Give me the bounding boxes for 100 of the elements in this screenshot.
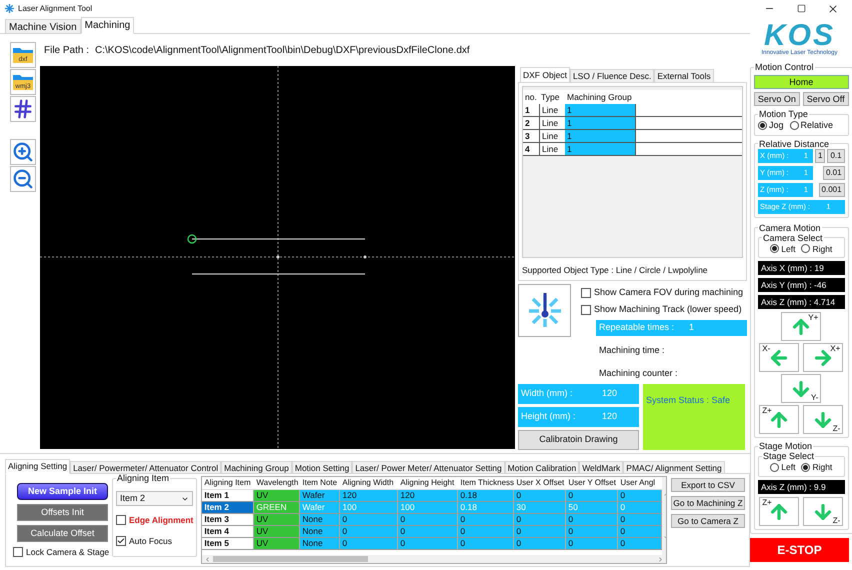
table-cell: Wafer bbox=[300, 490, 340, 501]
table-cell: Wafer bbox=[300, 502, 340, 513]
table-cell: 0 bbox=[514, 490, 566, 501]
column-header: Type bbox=[540, 90, 560, 104]
settings-tab[interactable]: Aligning Setting bbox=[5, 459, 70, 474]
column-header: Wavelength bbox=[255, 477, 300, 489]
side-action-button[interactable]: Go to Camera Z bbox=[671, 514, 745, 528]
table-cell: 0 bbox=[566, 514, 618, 525]
axis-readout: Axis Z (mm) : 4.714 bbox=[758, 295, 845, 310]
table-cell: 0 bbox=[398, 514, 458, 525]
group-title: Relative Distance bbox=[758, 138, 830, 148]
checkbox-label: Edge Alignment bbox=[129, 514, 194, 527]
step-button[interactable]: 1 bbox=[815, 148, 826, 162]
table-cell: 1 bbox=[565, 130, 635, 142]
settings-tab[interactable]: Machining Group bbox=[221, 461, 292, 474]
settings-tab[interactable]: PMAC/ Alignment Setting bbox=[623, 461, 725, 474]
main-tab[interactable]: Machine Vision bbox=[5, 19, 81, 34]
servo-on-button[interactable]: Servo On bbox=[754, 92, 800, 106]
settings-tab[interactable]: Motion Calibration bbox=[504, 461, 580, 474]
table-cell[interactable]: Item 5 bbox=[202, 538, 254, 549]
radio-label: Right bbox=[812, 242, 832, 256]
jog-button[interactable]: Y+ bbox=[781, 312, 822, 342]
side-action-button[interactable]: Go to Machining Z bbox=[671, 496, 745, 510]
table-cell: None bbox=[300, 514, 340, 525]
table-cell: 0.18 bbox=[458, 490, 514, 501]
settings-tab[interactable]: Laser/ Power Meter/ Attenuator Setting bbox=[352, 461, 505, 474]
column-header: Machining Group bbox=[566, 90, 633, 104]
settings-tab[interactable]: WeldMark bbox=[579, 461, 624, 474]
panel-tab[interactable]: DXF Object bbox=[520, 67, 570, 83]
table-cell: 0.18 bbox=[458, 502, 514, 513]
step-button[interactable]: 0.01 bbox=[823, 166, 845, 180]
jog-button[interactable]: X- bbox=[759, 343, 800, 372]
table-cell: UV bbox=[254, 538, 300, 549]
checkbox-label: Lock Camera & Stage bbox=[26, 546, 110, 559]
checkbox-label: Auto Focus bbox=[129, 534, 172, 548]
panel-tab[interactable]: External Tools bbox=[654, 69, 714, 83]
table-cell[interactable]: Item 2 bbox=[202, 502, 254, 513]
axis-readout: Axis Z (mm) : 9.9 bbox=[758, 480, 845, 494]
machining-time-label: Machining time : bbox=[599, 344, 666, 357]
table-cell: 0 bbox=[514, 514, 566, 525]
table-cell-text: 4 bbox=[524, 142, 531, 156]
item-select[interactable]: Item 2 bbox=[116, 491, 194, 506]
group-title: Motion Type bbox=[758, 109, 809, 119]
radio-label: Jog bbox=[769, 119, 784, 132]
radio-label: Left bbox=[781, 242, 796, 256]
column-header: Aligning Item bbox=[203, 477, 252, 489]
panel-tab[interactable]: LSO / Fluence Desc. bbox=[570, 69, 654, 83]
file-path-label: File Path : bbox=[44, 44, 90, 58]
group-title: Aligning Item bbox=[116, 473, 170, 483]
jog-button[interactable]: Z+ bbox=[759, 497, 800, 526]
step-button[interactable]: 0.1 bbox=[827, 148, 845, 162]
table-cell[interactable]: Item 4 bbox=[202, 526, 254, 537]
action-button[interactable]: Offsets Init bbox=[17, 504, 108, 521]
field-value: 120 bbox=[600, 387, 618, 400]
table-cell[interactable]: Item 1 bbox=[202, 490, 254, 501]
table-cell: 30 bbox=[514, 502, 566, 513]
jog-button[interactable]: Y- bbox=[781, 374, 822, 404]
step-button[interactable]: 0.001 bbox=[818, 182, 845, 196]
table-cell: 0 bbox=[618, 538, 662, 549]
servo-off-button[interactable]: Servo Off bbox=[802, 92, 849, 106]
side-action-button[interactable]: Export to CSV bbox=[671, 478, 745, 492]
new-sample-button[interactable]: New Sample Init bbox=[17, 483, 108, 500]
jog-button[interactable]: Z- bbox=[803, 497, 844, 526]
table-cell: 0 bbox=[340, 538, 398, 549]
table-cell: 0 bbox=[458, 538, 514, 549]
main-tab[interactable]: Machining bbox=[80, 17, 134, 34]
jog-button[interactable]: X+ bbox=[803, 343, 844, 372]
table-cell: 0 bbox=[618, 502, 662, 513]
table-cell: 0 bbox=[618, 490, 662, 501]
table-cell: GREEN bbox=[254, 502, 300, 513]
field-label: Height (mm) : bbox=[520, 410, 577, 424]
table-cell[interactable]: Item 3 bbox=[202, 514, 254, 525]
field-value: 120 bbox=[600, 410, 618, 424]
table-cell: None bbox=[300, 538, 340, 549]
table-cell-text: 2 bbox=[524, 116, 531, 130]
table-cell: 100 bbox=[340, 502, 398, 513]
table-cell: 0 bbox=[514, 538, 566, 549]
table-cell: None bbox=[300, 526, 340, 537]
file-path: C:\KOS\code\AlignmentTool\AlignmentTool\bin\Debug\DXF\previousDxfFileClone.dxf bbox=[95, 44, 470, 58]
repeatable-value: 1 bbox=[689, 321, 694, 334]
jog-button[interactable]: Z+ bbox=[759, 405, 800, 434]
table-cell: 0 bbox=[398, 538, 458, 549]
column-header: Item Note bbox=[301, 477, 338, 489]
action-button[interactable]: Calculate Offset bbox=[17, 525, 108, 542]
table-cell: 1 bbox=[565, 117, 635, 129]
table-cell: 0 bbox=[340, 526, 398, 537]
table-cell: 0 bbox=[566, 490, 618, 501]
calibration-drawing-button[interactable]: Calibratoin Drawing bbox=[518, 430, 639, 450]
machining-counter-label: Machining counter : bbox=[599, 366, 679, 380]
jog-button[interactable]: Z- bbox=[803, 405, 844, 434]
repeatable-label: Repeatable times : bbox=[599, 321, 676, 334]
e-stop-button[interactable]: E-STOP bbox=[750, 538, 849, 562]
table-cell: 0 bbox=[340, 514, 398, 525]
group-title: Stage Select bbox=[762, 451, 816, 462]
home-button[interactable]: Home bbox=[754, 75, 849, 89]
settings-tab[interactable]: Motion Setting bbox=[292, 461, 352, 474]
window-title: Laser Alignment Tool bbox=[18, 2, 92, 14]
table-cell: 0 bbox=[458, 514, 514, 525]
field-label: Width (mm) : bbox=[520, 387, 574, 400]
settings-tab[interactable]: Laser/ Powermeter/ Attenuator Control bbox=[70, 461, 222, 474]
